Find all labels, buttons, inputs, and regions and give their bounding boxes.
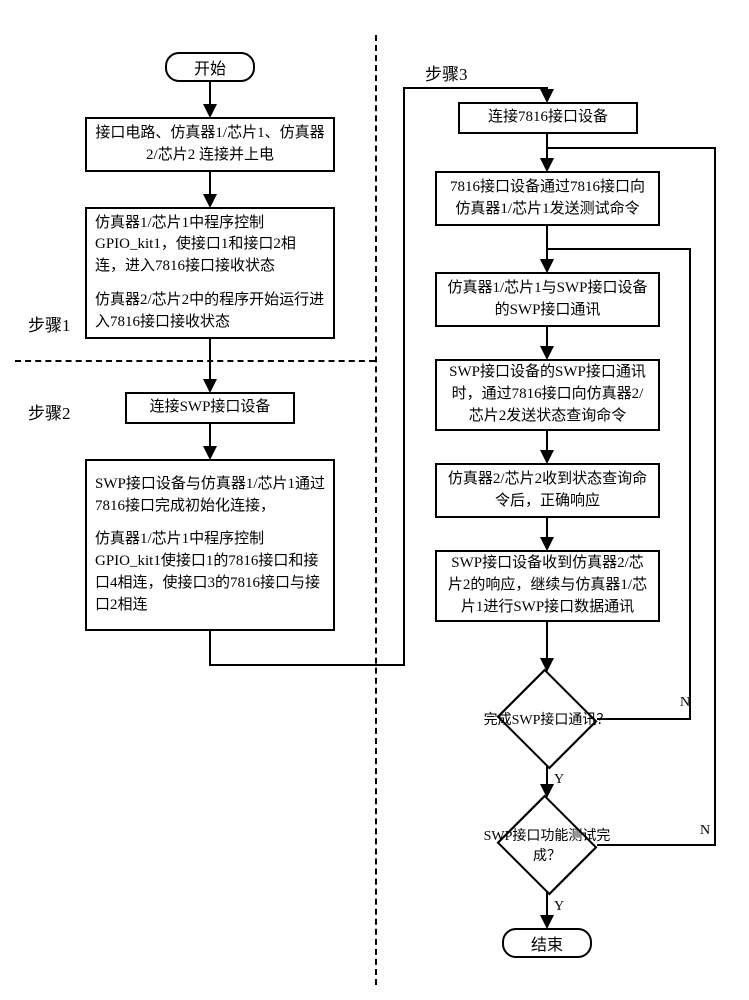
box-gpio-config: 仿真器1/芯片1中程序控制GPIO_kit1，使接口1和接口2相连，进入7816… [85, 207, 335, 339]
d2-y-label: Y [554, 899, 564, 915]
decision-swp-done-text: 完成SWP接口通讯？ [483, 685, 611, 753]
box-query-cmd: SWP接口设备的SWP接口通讯时，通过7816接口向仿真器2/芯片2发送状态查询… [435, 359, 660, 431]
start-terminal: 开始 [165, 52, 255, 82]
box-swp-init-text-b: 仿真器1/芯片1中程序控制GPIO_kit1使接口1的7816接口和接口4相连，… [95, 529, 325, 616]
step2-label: 步骤2 [28, 399, 71, 424]
box-continue-comm: SWP接口设备收到仿真器2/芯片2的响应，继续与仿真器1/芯片1进行SWP接口数… [435, 550, 660, 622]
box-continue-comm-text: SWP接口设备收到仿真器2/芯片2的响应，继续与仿真器1/芯片1进行SWP接口数… [445, 553, 650, 618]
decision-test-done: SWP接口功能测试完成？ [513, 811, 581, 879]
box-swp-init: SWP接口设备与仿真器1/芯片1通过7816接口完成初始化连接， 仿真器1/芯片… [85, 459, 335, 631]
box-7816-test-cmd: 7816接口设备通过7816接口向仿真器1/芯片1发送测试命令 [435, 171, 660, 226]
end-text: 结束 [531, 931, 563, 955]
box-connect-7816: 连接7816接口设备 [458, 102, 638, 134]
box-response-text: 仿真器2/芯片2收到状态查询命令后，正确响应 [445, 469, 650, 513]
d1-y-label: Y [554, 772, 564, 788]
box-init-connect: 接口电路、仿真器1/芯片1、仿真器2/芯片2 连接并上电 [85, 117, 335, 172]
start-text: 开始 [194, 55, 226, 79]
box-response: 仿真器2/芯片2收到状态查询命令后，正确响应 [435, 463, 660, 518]
box-query-cmd-text: SWP接口设备的SWP接口通讯时，通过7816接口向仿真器2/芯片2发送状态查询… [445, 362, 650, 427]
box-connect-swp-text: 连接SWP接口设备 [150, 397, 271, 419]
box-connect-7816-text: 连接7816接口设备 [488, 107, 608, 129]
decision-test-done-text: SWP接口功能测试完成？ [483, 811, 611, 879]
horizontal-divider [15, 360, 375, 362]
box-connect-swp: 连接SWP接口设备 [125, 392, 295, 424]
box-swp-init-text-a: SWP接口设备与仿真器1/芯片1通过7816接口完成初始化连接， [95, 474, 325, 518]
box-init-connect-text: 接口电路、仿真器1/芯片1、仿真器2/芯片2 连接并上电 [95, 123, 325, 167]
box-swp-comm: 仿真器1/芯片1与SWP接口设备的SWP接口通讯 [435, 272, 660, 327]
box-gpio-text-a: 仿真器1/芯片1中程序控制GPIO_kit1，使接口1和接口2相连，进入7816… [95, 213, 325, 278]
box-swp-comm-text: 仿真器1/芯片1与SWP接口设备的SWP接口通讯 [445, 278, 650, 322]
vertical-divider [375, 35, 377, 985]
step1-label: 步骤1 [28, 311, 71, 336]
end-terminal: 结束 [502, 928, 592, 958]
step3-label: 步骤3 [425, 60, 468, 85]
d2-n-label: N [700, 823, 710, 839]
box-7816-test-cmd-text: 7816接口设备通过7816接口向仿真器1/芯片1发送测试命令 [445, 177, 650, 221]
d1-n-label: N [680, 695, 690, 711]
box-gpio-text-b: 仿真器2/芯片2中的程序开始运行进入7816接口接收状态 [95, 290, 325, 334]
decision-swp-done: 完成SWP接口通讯？ [513, 685, 581, 753]
